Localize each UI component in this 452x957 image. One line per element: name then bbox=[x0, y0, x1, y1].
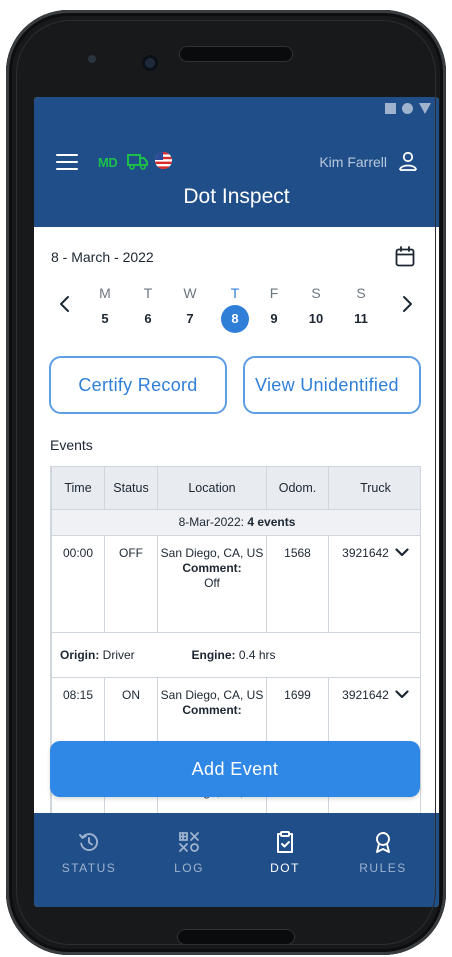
app-screen: MD Kim Farrell Dot Inspect 8 - March - 2… bbox=[34, 97, 439, 907]
clipboard-check-icon bbox=[277, 831, 293, 853]
day-wednesday[interactable]: W7 bbox=[175, 285, 205, 333]
event-truck: 3921642 bbox=[342, 546, 389, 560]
day-group-date: 8-Mar-2022: bbox=[178, 515, 244, 529]
column-header: Odom. bbox=[266, 466, 329, 510]
event-status: OFF bbox=[104, 535, 158, 633]
day-number: 6 bbox=[144, 311, 152, 326]
day-letter: F bbox=[269, 285, 279, 301]
chevron-down-icon[interactable] bbox=[395, 690, 409, 699]
day-letter: T bbox=[143, 285, 153, 301]
column-header: Time bbox=[51, 466, 105, 510]
day-letter: W bbox=[183, 285, 197, 301]
day-group-count: 4 events bbox=[247, 515, 296, 529]
event-truck-cell: 3921642 bbox=[328, 535, 420, 633]
nav-label: RULES bbox=[359, 861, 407, 875]
menu-icon[interactable] bbox=[56, 154, 78, 171]
day-letter: T bbox=[230, 285, 240, 301]
chevron-left-icon[interactable] bbox=[56, 295, 74, 313]
day-monday[interactable]: M5 bbox=[90, 285, 120, 333]
origin-label: Origin: bbox=[60, 647, 100, 662]
event-comment: Off bbox=[204, 576, 220, 590]
day-number: 9 bbox=[270, 311, 278, 326]
selected-date: 8 - March - 2022 bbox=[51, 249, 154, 265]
event-detail-row: Origin: Driver Engine: 0.4 hrs bbox=[51, 632, 420, 678]
nav-log[interactable]: LOG bbox=[144, 813, 234, 893]
week-selector: M5 T6 W7 T8 F9 S 10 S 11 bbox=[34, 285, 439, 335]
column-header: Location bbox=[157, 466, 267, 510]
day-number: 10 bbox=[308, 311, 324, 326]
day-number: 8 bbox=[221, 305, 249, 333]
comment-label: Comment: bbox=[182, 561, 242, 575]
square-icon bbox=[385, 103, 396, 114]
events-heading: Events bbox=[50, 437, 93, 453]
phone-frame: MD Kim Farrell Dot Inspect 8 - March - 2… bbox=[6, 10, 446, 955]
table-header-row: Time Status Location Odom. Truck bbox=[51, 466, 420, 510]
nav-label: STATUS bbox=[61, 861, 117, 875]
nav-label: LOG bbox=[174, 861, 204, 875]
user-icon[interactable] bbox=[397, 150, 419, 172]
column-header: Truck bbox=[328, 466, 420, 510]
day-thursday-selected[interactable]: T8 bbox=[220, 285, 250, 333]
truck-icon bbox=[127, 154, 148, 170]
us-flag-icon bbox=[155, 152, 172, 169]
nav-label: DOT bbox=[270, 861, 300, 875]
engine-label: Engine: bbox=[191, 647, 236, 662]
user-name: Kim Farrell bbox=[319, 154, 387, 170]
day-friday[interactable]: F9 bbox=[259, 285, 289, 333]
event-time: 00:00 bbox=[51, 535, 105, 633]
status-bar bbox=[34, 97, 439, 123]
day-sunday[interactable]: S 11 bbox=[346, 285, 376, 333]
day-tuesday[interactable]: T6 bbox=[133, 285, 163, 333]
day-letter: M bbox=[99, 285, 111, 301]
award-ribbon-icon bbox=[376, 832, 390, 853]
view-unidentified-button[interactable]: View Unidentified bbox=[243, 356, 421, 414]
event-truck: 3921642 bbox=[342, 688, 389, 702]
earpiece-speaker bbox=[180, 47, 292, 61]
nav-rules[interactable]: RULES bbox=[338, 813, 428, 893]
event-engine: 0.4 hrs bbox=[238, 647, 276, 662]
event-odometer: 1568 bbox=[266, 535, 329, 633]
day-number: 11 bbox=[354, 311, 368, 326]
nav-dot[interactable]: DOT bbox=[240, 813, 330, 893]
main-content: 8 - March - 2022 M5 T6 W7 T8 F9 S 10 S 11 bbox=[34, 227, 439, 846]
circle-icon bbox=[402, 103, 413, 114]
nav-status[interactable]: STATUS bbox=[44, 813, 134, 893]
event-location-cell: San Diego, CA, US Comment: Off bbox=[157, 535, 267, 633]
certify-record-button[interactable]: Certify Record bbox=[49, 356, 227, 414]
jurisdiction-badge: MD bbox=[98, 155, 118, 170]
status-history-icon bbox=[79, 833, 98, 851]
log-qr-icon bbox=[179, 832, 199, 852]
page-title: Dot Inspect bbox=[183, 185, 290, 208]
bottom-speaker bbox=[178, 930, 294, 944]
day-letter: S bbox=[356, 285, 366, 301]
column-header: Status bbox=[104, 466, 158, 510]
front-camera bbox=[142, 55, 158, 71]
table-row[interactable]: 00:00 OFF San Diego, CA, US Comment: Off… bbox=[51, 535, 420, 633]
triangle-icon bbox=[419, 103, 431, 114]
comment-label: Comment: bbox=[182, 703, 242, 717]
day-group-row: 8-Mar-2022: 4 events bbox=[51, 509, 420, 536]
day-number: 5 bbox=[101, 311, 109, 326]
add-event-button[interactable]: Add Event bbox=[50, 741, 420, 797]
bottom-navigation: STATUS LOG DOT RULES bbox=[34, 813, 439, 907]
chevron-down-icon[interactable] bbox=[395, 548, 409, 557]
sensor bbox=[88, 55, 96, 63]
event-origin: Driver bbox=[102, 647, 135, 662]
event-location: San Diego, CA, US bbox=[160, 546, 264, 560]
day-letter: S bbox=[311, 285, 321, 301]
day-number: 7 bbox=[186, 311, 194, 326]
event-location: San Diego, CA, US bbox=[160, 688, 264, 702]
calendar-icon[interactable] bbox=[395, 246, 415, 267]
chevron-right-icon[interactable] bbox=[398, 295, 416, 313]
app-bar: MD Kim Farrell Dot Inspect bbox=[34, 123, 439, 227]
day-saturday[interactable]: S 10 bbox=[301, 285, 331, 333]
